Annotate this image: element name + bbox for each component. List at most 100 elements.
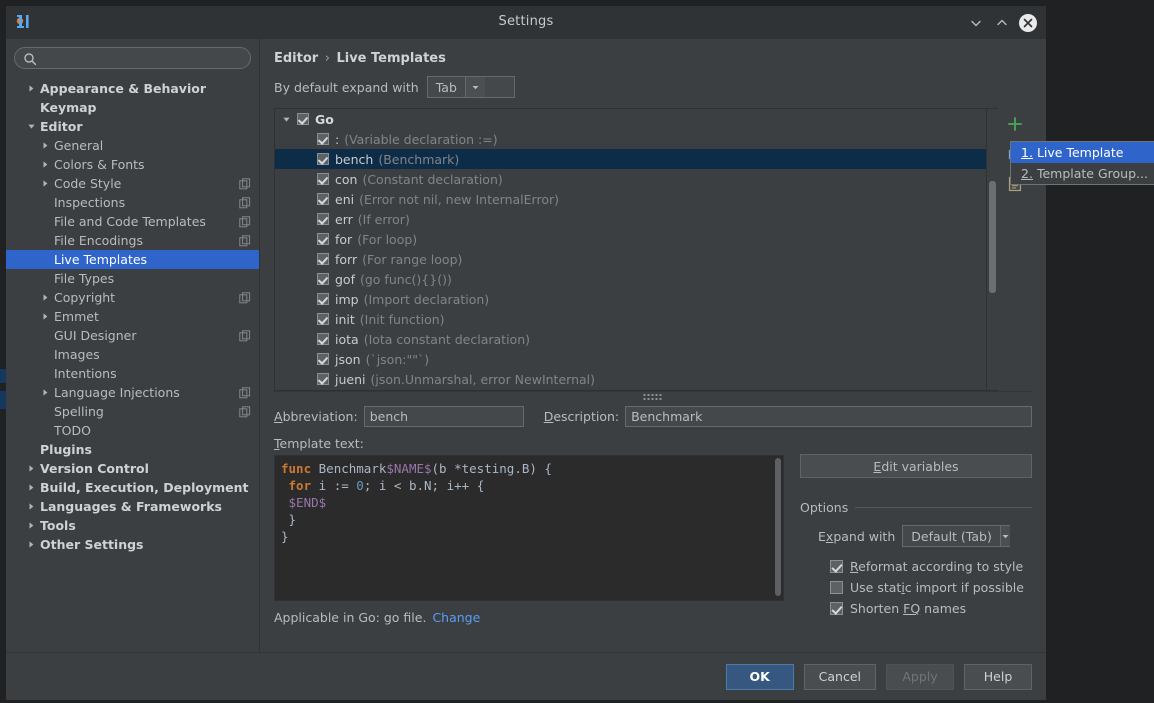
template-enabled-checkbox[interactable] xyxy=(317,173,329,185)
sidebar-item-version-control[interactable]: Version Control xyxy=(6,459,259,478)
template-list-scrollbar[interactable] xyxy=(987,108,998,391)
sidebar-item-colors-fonts[interactable]: Colors & Fonts xyxy=(6,155,259,174)
chevron-right-icon[interactable] xyxy=(26,520,37,531)
template-row[interactable]: json (`json:""`) xyxy=(275,349,986,369)
description-input[interactable] xyxy=(625,406,1032,427)
maximize-button[interactable] xyxy=(990,11,1014,35)
sidebar-item-todo[interactable]: TODO xyxy=(6,421,259,440)
template-row[interactable]: iota (Iota constant declaration) xyxy=(275,329,986,349)
sidebar-item-live-templates[interactable]: Live Templates xyxy=(6,250,259,269)
template-code-content[interactable]: func Benchmark$NAME$(b *testing.B) { for… xyxy=(275,456,773,600)
template-group-row[interactable]: Go xyxy=(275,109,986,129)
option-checkbox[interactable] xyxy=(830,560,843,573)
template-row[interactable]: for (For loop) xyxy=(275,229,986,249)
template-list[interactable]: Go: (Variable declaration :=) bench (Benchm… xyxy=(274,108,987,391)
template-enabled-checkbox[interactable] xyxy=(317,353,329,365)
popup-menu-item-live-template[interactable]: 1. Live Template xyxy=(1011,142,1154,163)
sidebar-item-code-style[interactable]: Code Style xyxy=(6,174,259,193)
minimize-button[interactable] xyxy=(964,11,988,35)
template-enabled-checkbox[interactable] xyxy=(317,133,329,145)
chevron-right-icon[interactable] xyxy=(40,292,51,303)
chevron-right-icon[interactable] xyxy=(26,463,37,474)
sidebar-item-copyright[interactable]: Copyright xyxy=(6,288,259,307)
template-row[interactable]: eni (Error not nil, new InternalError) xyxy=(275,189,986,209)
sidebar-item-file-types[interactable]: File Types xyxy=(6,269,259,288)
chevron-down-icon[interactable] xyxy=(26,121,37,132)
template-row[interactable]: jueni (json.Unmarshal, error NewInternal) xyxy=(275,369,986,389)
breadcrumb-parent[interactable]: Editor xyxy=(274,51,318,66)
sidebar-item-language-injections[interactable]: Language Injections xyxy=(6,383,259,402)
option-shorten-fq-names[interactable]: Shorten FQ names xyxy=(800,598,1032,619)
sidebar-item-inspections[interactable]: Inspections xyxy=(6,193,259,212)
scrollbar-thumb[interactable] xyxy=(989,181,996,293)
chevron-right-icon[interactable] xyxy=(26,482,37,493)
sidebar-item-languages-frameworks[interactable]: Languages & Frameworks xyxy=(6,497,259,516)
chevron-right-icon[interactable] xyxy=(26,501,37,512)
search-input[interactable] xyxy=(41,49,242,67)
option-checkbox[interactable] xyxy=(830,581,843,594)
panel-splitter[interactable] xyxy=(274,391,1032,400)
template-row[interactable]: imp (Import declaration) xyxy=(275,289,986,309)
sidebar-item-plugins[interactable]: Plugins xyxy=(6,440,259,459)
help-button[interactable]: Help xyxy=(964,663,1032,690)
template-enabled-checkbox[interactable] xyxy=(317,193,329,205)
expand-with-combo[interactable]: Default (Tab) xyxy=(902,525,1011,547)
chevron-down-icon[interactable] xyxy=(464,77,485,97)
chevron-down-icon[interactable] xyxy=(999,526,1010,546)
template-enabled-checkbox[interactable] xyxy=(317,313,329,325)
popup-menu-item-template-group[interactable]: 2. Template Group... xyxy=(1011,163,1154,184)
sidebar-item-build-execution-deployment[interactable]: Build, Execution, Deployment xyxy=(6,478,259,497)
option-checkbox[interactable] xyxy=(830,602,843,615)
sidebar-item-general[interactable]: General xyxy=(6,136,259,155)
sidebar-item-spelling[interactable]: Spelling xyxy=(6,402,259,421)
template-row[interactable]: bench (Benchmark) xyxy=(275,149,986,169)
template-enabled-checkbox[interactable] xyxy=(317,153,329,165)
add-template-popup-menu[interactable]: 1. Live Template 2. Template Group... xyxy=(1010,141,1154,185)
search-box[interactable] xyxy=(14,47,251,69)
default-expand-combo[interactable]: Tab xyxy=(426,76,515,98)
code-scrollbar-thumb[interactable] xyxy=(775,458,781,596)
sidebar-item-images[interactable]: Images xyxy=(6,345,259,364)
template-enabled-checkbox[interactable] xyxy=(317,213,329,225)
template-code-editor[interactable]: func Benchmark$NAME$(b *testing.B) { for… xyxy=(274,455,784,601)
option-use-static-import-if-possible[interactable]: Use static import if possible xyxy=(800,577,1032,598)
code-scrollbar[interactable] xyxy=(773,456,783,600)
sidebar-item-other-settings[interactable]: Other Settings xyxy=(6,535,259,554)
template-enabled-checkbox[interactable] xyxy=(317,253,329,265)
chevron-right-icon[interactable] xyxy=(40,311,51,322)
template-enabled-checkbox[interactable] xyxy=(317,273,329,285)
chevron-right-icon[interactable] xyxy=(40,387,51,398)
edit-variables-button[interactable]: Edit variables xyxy=(800,454,1032,478)
sidebar-item-appearance-behavior[interactable]: Appearance & Behavior xyxy=(6,79,259,98)
template-enabled-checkbox[interactable] xyxy=(317,333,329,345)
close-button[interactable] xyxy=(1016,11,1040,35)
chevron-down-icon[interactable] xyxy=(281,114,292,125)
template-row[interactable]: forr (For range loop) xyxy=(275,249,986,269)
template-row[interactable]: gof (go func(){}()) xyxy=(275,269,986,289)
chevron-right-icon[interactable] xyxy=(40,178,51,189)
sidebar-item-file-encodings[interactable]: File Encodings xyxy=(6,231,259,250)
add-template-button[interactable] xyxy=(1003,112,1027,136)
template-enabled-checkbox[interactable] xyxy=(317,373,329,385)
change-link[interactable]: Change xyxy=(432,610,480,625)
template-enabled-checkbox[interactable] xyxy=(317,293,329,305)
chevron-right-icon[interactable] xyxy=(40,140,51,151)
template-row[interactable]: err (If error) xyxy=(275,209,986,229)
abbreviation-input[interactable] xyxy=(363,406,524,427)
template-row[interactable]: init (Init function) xyxy=(275,309,986,329)
sidebar-item-intentions[interactable]: Intentions xyxy=(6,364,259,383)
sidebar-item-tools[interactable]: Tools xyxy=(6,516,259,535)
template-group-checkbox[interactable] xyxy=(297,113,309,125)
sidebar-item-editor[interactable]: Editor xyxy=(6,117,259,136)
sidebar-item-emmet[interactable]: Emmet xyxy=(6,307,259,326)
sidebar-item-gui-designer[interactable]: GUI Designer xyxy=(6,326,259,345)
chevron-right-icon[interactable] xyxy=(40,159,51,170)
chevron-right-icon[interactable] xyxy=(26,83,37,94)
ok-button[interactable]: OK xyxy=(725,663,794,690)
template-row[interactable]: con (Constant declaration) xyxy=(275,169,986,189)
chevron-right-icon[interactable] xyxy=(26,539,37,550)
option-reformat-according-to-style[interactable]: Reformat according to style xyxy=(800,556,1032,577)
template-enabled-checkbox[interactable] xyxy=(317,233,329,245)
sidebar-item-file-and-code-templates[interactable]: File and Code Templates xyxy=(6,212,259,231)
sidebar-item-keymap[interactable]: Keymap xyxy=(6,98,259,117)
